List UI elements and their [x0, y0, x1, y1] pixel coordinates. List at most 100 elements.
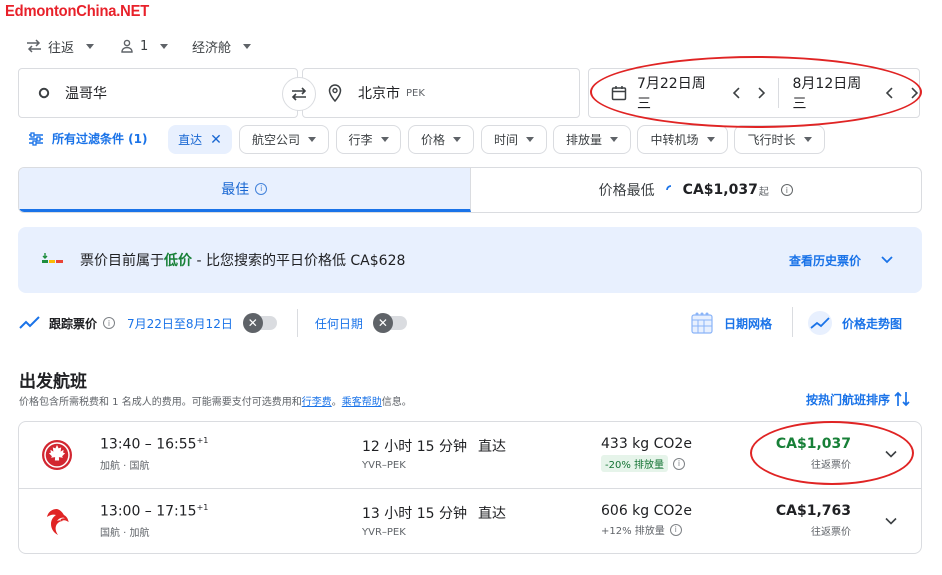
view-price-history-link[interactable]: 查看历史票价: [789, 252, 861, 269]
bag-fees-link[interactable]: 行李费: [302, 397, 332, 408]
expand-chevron-icon[interactable]: [885, 448, 897, 460]
passenger-help-link[interactable]: 乘客帮助: [342, 397, 382, 408]
airline-names: 加航 · 国航: [100, 460, 150, 472]
air-china-logo-icon: [47, 509, 69, 535]
price-graph-button[interactable]: 价格走势图: [807, 310, 902, 336]
flight-row[interactable]: 13:40 – 16:55+1 加航 · 国航 12 小时 15 分钟 YVR–…: [19, 422, 921, 488]
info-icon[interactable]: i: [673, 457, 686, 470]
sort-by-button[interactable]: 按热门航班排序: [806, 390, 910, 408]
emissions-value: 606 kg CO2e: [601, 503, 692, 519]
date-picker[interactable]: 7月22日周三 8月12日周三: [588, 68, 920, 118]
any-dates-label: 任何日期: [314, 316, 363, 331]
price-from-suffix: 起: [758, 186, 769, 198]
chevron-left-icon[interactable]: [732, 87, 742, 99]
chevron-right-icon[interactable]: [756, 87, 766, 99]
flight-emissions: 433 kg CO2e -20% 排放量 i: [601, 436, 692, 472]
chip-bags[interactable]: 行李: [336, 125, 401, 154]
calendar-icon: [611, 86, 627, 101]
route-text: YVR–PEK: [362, 460, 406, 471]
track-dates-toggle[interactable]: ✕: [242, 313, 277, 333]
nonstop-chip[interactable]: 直达 ✕: [168, 125, 232, 154]
duration-text: 12 小时 15 分钟: [362, 439, 467, 455]
flight-emissions: 606 kg CO2e +12% 排放量 i: [601, 503, 692, 537]
chevron-down-icon: [243, 43, 252, 49]
price-type: 往返票价: [811, 460, 851, 471]
chip-label: 排放量: [565, 133, 602, 147]
insight-suffix: - 比您搜索的平日价格低 CA$628: [192, 253, 406, 269]
tab-best[interactable]: 最佳 i: [19, 168, 471, 212]
chip-emissions[interactable]: 排放量: [553, 125, 631, 154]
all-filters-label: 所有过滤条件 (1): [52, 132, 148, 146]
filter-sliders-icon: [29, 131, 43, 146]
all-filters-button[interactable]: 所有过滤条件 (1): [28, 130, 148, 147]
insight-text: 票价目前属于低价 - 比您搜索的平日价格低 CA$628: [80, 250, 405, 270]
chevron-down-icon: [610, 137, 618, 142]
track-prices-label: 跟踪票价: [49, 316, 98, 331]
flight-price: CA$1,037 往返票价: [776, 436, 851, 471]
emissions-badge: +12% 排放量: [601, 526, 665, 537]
route-text: YVR–PEK: [362, 527, 406, 538]
chevron-down-icon: [308, 137, 316, 142]
flight-row[interactable]: 13:00 – 17:15+1 国航 · 加航 13 小时 15 分钟 YVR–…: [19, 488, 921, 554]
flight-times: 13:40 – 16:55+1 加航 · 国航: [100, 436, 208, 472]
calendar-grid-icon: [691, 312, 713, 334]
round-trip-icon: [27, 39, 41, 53]
note-text: 信息。: [381, 397, 412, 408]
origin-text: 温哥华: [65, 86, 107, 102]
flight-duration: 13 小时 15 分钟 YVR–PEK: [362, 503, 467, 538]
location-pin-icon: [328, 84, 342, 102]
swap-button[interactable]: [282, 77, 316, 111]
stops-text: 直达: [478, 506, 506, 522]
trend-icon: [19, 316, 40, 329]
track-prices-row: 跟踪票价 i 7月22日至8月12日 ✕ 任何日期 ✕: [19, 309, 407, 337]
chip-label: 行李: [348, 133, 373, 147]
tab-cheapest-label: 价格最低: [598, 183, 655, 199]
chevron-down-icon: [160, 43, 169, 49]
cabin-class-dropdown[interactable]: 经济舱: [192, 37, 252, 56]
info-icon[interactable]: i: [780, 184, 793, 196]
trip-type-dropdown[interactable]: 往返: [26, 37, 95, 56]
chevron-right-icon[interactable]: [909, 87, 919, 99]
sort-tabs: 最佳 i 价格最低 CA$1,037 起 i: [18, 167, 922, 213]
close-icon: ✕: [242, 313, 263, 333]
chevron-down-icon[interactable]: [880, 255, 894, 265]
chip-label: 中转机场: [650, 133, 699, 147]
destination-code: PEK: [406, 87, 425, 99]
close-icon[interactable]: ✕: [210, 132, 222, 148]
chevron-left-icon[interactable]: [885, 87, 895, 99]
info-icon[interactable]: i: [103, 317, 116, 329]
divider: [296, 309, 298, 337]
passenger-dropdown[interactable]: 1: [120, 37, 169, 55]
expand-chevron-icon[interactable]: [885, 515, 897, 527]
flight-duration: 12 小时 15 分钟 YVR–PEK: [362, 436, 467, 471]
any-dates-toggle[interactable]: ✕: [372, 313, 407, 333]
departure-arrival-time: 13:00 – 17:15: [100, 503, 197, 520]
line-chart-icon: [808, 311, 832, 335]
info-icon[interactable]: i: [669, 523, 682, 536]
origin-circle-icon: [38, 87, 50, 99]
return-date[interactable]: 8月12日周三: [793, 73, 876, 113]
departure-arrival-time: 13:40 – 16:55: [100, 436, 197, 453]
date-grid-button[interactable]: 日期网格: [690, 310, 772, 336]
tab-cheapest[interactable]: 价格最低 CA$1,037 起 i: [471, 168, 922, 212]
loading-spinner-icon: [665, 185, 671, 191]
origin-field[interactable]: 温哥华: [18, 68, 298, 118]
chip-label: 时间: [493, 133, 518, 147]
chip-label: 价格: [420, 133, 445, 147]
insight-prefix: 票价目前属于: [80, 253, 164, 269]
chip-duration[interactable]: 飞行时长: [734, 125, 825, 154]
depart-date[interactable]: 7月22日周三: [637, 73, 720, 113]
chip-airlines[interactable]: 航空公司: [239, 125, 329, 154]
destination-field[interactable]: 北京市 PEK: [302, 68, 580, 118]
chevron-down-icon: [706, 137, 715, 142]
chip-connecting-airports[interactable]: 中转机场: [637, 125, 728, 154]
flight-list: 13:40 – 16:55+1 加航 · 国航 12 小时 15 分钟 YVR–…: [18, 421, 922, 554]
next-day-indicator: +1: [196, 503, 209, 512]
cabin-class-label: 经济舱: [192, 40, 232, 56]
info-icon[interactable]: i: [255, 182, 268, 195]
note-text: 价格包含所需税费和 1 名成人的费用。可能需要支付可选费用和: [19, 397, 302, 408]
chip-times[interactable]: 时间: [481, 125, 547, 154]
divider: [792, 307, 793, 337]
chip-price[interactable]: 价格: [408, 125, 474, 154]
price-type: 往返票价: [811, 527, 851, 538]
